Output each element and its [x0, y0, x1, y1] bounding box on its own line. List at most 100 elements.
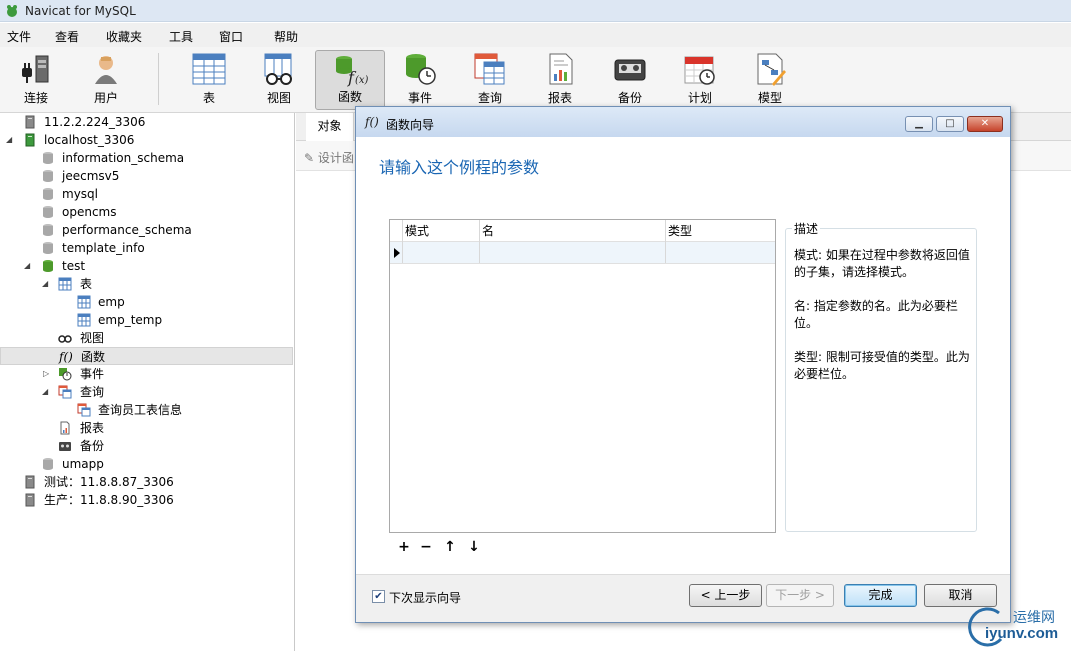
tree-reports-group[interactable]: 报表: [0, 419, 294, 437]
backup-tape-icon: [59, 442, 71, 451]
maximize-button[interactable]: □: [936, 116, 964, 132]
server-icon: [25, 475, 35, 489]
minimize-button[interactable]: ▁: [905, 116, 933, 132]
tree-db-performance-schema[interactable]: performance_schema: [0, 221, 294, 239]
menu-favorites[interactable]: 收藏夹: [106, 28, 142, 45]
next-button[interactable]: 下一步 >: [766, 584, 834, 607]
collapse-arrow-icon[interactable]: ◢: [42, 275, 52, 293]
view-button[interactable]: 视图: [246, 50, 312, 110]
cancel-button[interactable]: 取消: [924, 584, 997, 607]
tree-table-emp[interactable]: emp: [0, 293, 294, 311]
tree-db-umapp[interactable]: umapp: [0, 455, 294, 473]
show-next-time-checkbox[interactable]: ✔: [372, 590, 385, 603]
dialog-footer: ✔ 下次显示向导 < 上一步 下一步 > 完成 取消: [356, 574, 1010, 622]
tree-connection-11-2-2-224[interactable]: 11.2.2.224_3306: [0, 113, 294, 131]
server-icon: [25, 115, 35, 129]
user-button[interactable]: 用户: [73, 50, 139, 110]
connect-label: 连接: [23, 91, 48, 105]
table-icon: [77, 295, 91, 309]
function-button[interactable]: f (x) 函数: [315, 50, 385, 110]
tree-label: jeecmsv5: [62, 169, 120, 183]
remove-parameter-button[interactable]: −: [418, 539, 434, 555]
plus-icon: +: [398, 539, 410, 555]
tree-connection-production[interactable]: 生产：11.8.8.90_3306: [0, 491, 294, 509]
close-button[interactable]: ✕: [967, 116, 1003, 132]
add-parameter-button[interactable]: +: [396, 539, 412, 555]
expand-arrow-icon[interactable]: ▷: [43, 365, 53, 383]
server-connected-icon: [25, 133, 35, 147]
tree-queries-group[interactable]: ◢ 查询: [0, 383, 294, 401]
tree-db-opencms[interactable]: opencms: [0, 203, 294, 221]
tree-label: 函数: [81, 350, 106, 364]
menu-tools[interactable]: 工具: [169, 28, 193, 45]
cell-type[interactable]: [665, 242, 762, 263]
tree-label: 事件: [80, 367, 105, 381]
function-fx-icon: f(): [59, 350, 73, 364]
schedule-button[interactable]: 计划: [667, 50, 733, 110]
report-button[interactable]: 报表: [527, 50, 593, 110]
column-header-type[interactable]: 类型: [665, 220, 762, 242]
tree-label: mysql: [62, 187, 98, 201]
backup-tape-icon: [614, 59, 646, 81]
tree-label: 生产：11.8.8.90_3306: [44, 493, 174, 507]
tree-label: template_info: [62, 241, 145, 255]
tree-table-emp-temp[interactable]: emp_temp: [0, 311, 294, 329]
tree-db-test[interactable]: ◢ test: [0, 257, 294, 275]
query-button[interactable]: 查询: [457, 50, 523, 110]
dialog-title: 函数向导: [386, 118, 435, 132]
backup-label: 备份: [617, 91, 642, 105]
tree-tables-group[interactable]: ◢ 表: [0, 275, 294, 293]
finish-button[interactable]: 完成: [844, 584, 917, 607]
show-next-time-label[interactable]: 下次显示向导: [389, 589, 461, 606]
cell-name[interactable]: [479, 242, 665, 263]
tree-db-information-schema[interactable]: information_schema: [0, 149, 294, 167]
move-down-button[interactable]: ↓: [466, 539, 482, 555]
database-icon: [43, 458, 53, 470]
event-clock-icon: [59, 368, 72, 381]
event-button[interactable]: 事件: [387, 50, 453, 110]
menu-file[interactable]: 文件: [7, 28, 31, 45]
table-button[interactable]: 表: [176, 50, 242, 110]
database-icon: [43, 188, 53, 200]
menu-view[interactable]: 查看: [55, 28, 79, 45]
menu-window[interactable]: 窗口: [219, 28, 243, 45]
collapse-arrow-icon[interactable]: ◢: [6, 131, 16, 149]
tree-label: 报表: [80, 421, 105, 435]
tree-db-jeecmsv5[interactable]: jeecmsv5: [0, 167, 294, 185]
tree-connection-localhost[interactable]: ◢ localhost_3306: [0, 131, 294, 149]
design-function-button[interactable]: ✎ 设计函: [304, 149, 354, 166]
tree-connection-test[interactable]: 测试：11.8.8.87_3306: [0, 473, 294, 491]
description-panel: 描述 模式: 如果在过程中参数将返回值的子集，请选择模式。 名: 指定参数的名。…: [785, 220, 977, 532]
event-label: 事件: [407, 91, 432, 105]
connect-button[interactable]: 连接: [3, 50, 69, 110]
tree-events-group[interactable]: ▷ 事件: [0, 365, 294, 383]
tree-query-item[interactable]: 查询员工表信息: [0, 401, 294, 419]
model-button[interactable]: 模型: [737, 50, 803, 110]
tree-db-mysql[interactable]: mysql: [0, 185, 294, 203]
collapse-arrow-icon[interactable]: ◢: [24, 257, 34, 275]
column-header-mode[interactable]: 模式: [402, 220, 479, 242]
collapse-arrow-icon[interactable]: ◢: [42, 383, 52, 401]
description-name: 名: 指定参数的名。此为必要栏位。: [794, 299, 958, 330]
tree-functions-group[interactable]: f() 函数: [0, 347, 293, 365]
parameter-row[interactable]: [390, 242, 775, 264]
move-up-button[interactable]: ↑: [442, 539, 458, 555]
minus-icon: −: [420, 539, 432, 555]
tree-db-template-info[interactable]: template_info: [0, 239, 294, 257]
backup-button[interactable]: 备份: [597, 50, 663, 110]
function-fx-icon: f(): [365, 115, 379, 129]
back-button[interactable]: < 上一步: [689, 584, 762, 607]
database-icon: [43, 224, 53, 236]
tree-backups-group[interactable]: 备份: [0, 437, 294, 455]
table-icon: [77, 313, 91, 327]
menu-bar: 文件 查看 收藏夹 工具 窗口 帮助: [0, 23, 1071, 47]
tab-objects[interactable]: 对象: [306, 113, 354, 141]
description-mode: 模式: 如果在过程中参数将返回值的子集，请选择模式。: [794, 248, 970, 279]
tree-views-group[interactable]: 视图: [0, 329, 294, 347]
server-icon: [25, 493, 35, 507]
cell-mode[interactable]: [402, 242, 479, 263]
close-icon: ✕: [980, 118, 990, 129]
query-icon: [77, 403, 91, 417]
menu-help[interactable]: 帮助: [274, 28, 298, 45]
column-header-name[interactable]: 名: [479, 220, 665, 242]
